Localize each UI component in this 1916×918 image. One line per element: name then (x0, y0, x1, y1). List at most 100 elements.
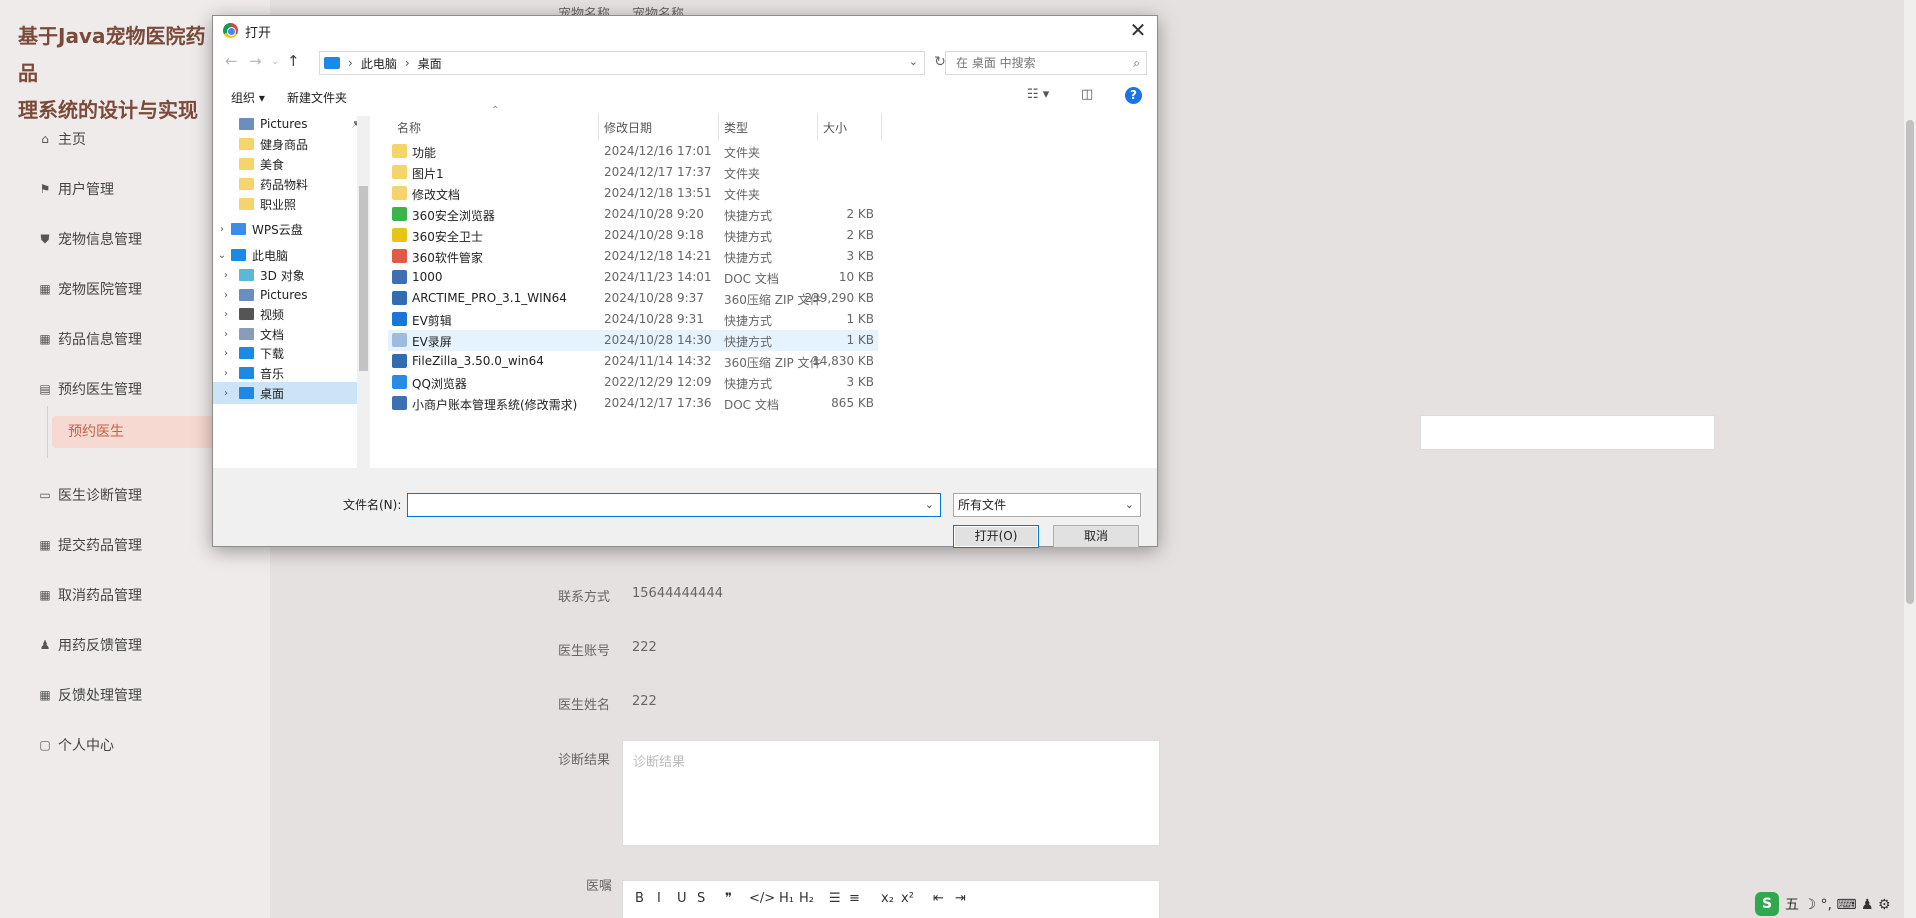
sidebar-item[interactable]: ▤ 预约医生管理 (38, 378, 142, 400)
editor-button[interactable]: H₁ (779, 891, 794, 906)
nav-item[interactable]: › 3D 对象 (213, 264, 363, 286)
up-arrow-icon[interactable]: ↑ (287, 52, 300, 70)
sidebar-item[interactable]: ⌂ 主页 (38, 128, 86, 150)
address-bar[interactable]: › 此电脑 › 桌面 ⌄ (319, 51, 925, 75)
expand-chevron-icon[interactable]: › (221, 329, 231, 340)
nav-scrollbar[interactable] (357, 116, 370, 468)
nav-item[interactable]: 药品物料 (213, 173, 363, 195)
sidebar-item[interactable]: ▦ 药品信息管理 (38, 328, 142, 350)
organize-button[interactable]: 组织 ▾ (231, 89, 265, 106)
file-row[interactable]: QQ浏览器 2022/12/29 12:09 快捷方式 3 KB (388, 372, 878, 393)
nav-item[interactable]: › 桌面 (213, 382, 363, 404)
editor-button[interactable]: ☰ (829, 891, 841, 906)
nav-item[interactable]: › 音乐 (213, 362, 363, 384)
back-arrow-icon[interactable]: ← (225, 52, 238, 70)
sidebar-item[interactable]: ▦ 取消药品管理 (38, 584, 142, 606)
column-date[interactable]: 修改日期 (604, 119, 652, 136)
nav-item[interactable]: ⌄ 此电脑 (213, 244, 363, 266)
editor-button[interactable]: ❞ (725, 891, 732, 906)
file-row[interactable]: FileZilla_3.50.0_win64 2024/11/14 14:32 36… (388, 351, 878, 372)
open-button[interactable]: 打开(O) (953, 525, 1039, 548)
sidebar-item[interactable]: ▭ 医生诊断管理 (38, 484, 142, 506)
file-row[interactable]: 图片1 2024/12/17 17:37 文件夹 (388, 162, 878, 183)
column-divider (718, 113, 719, 141)
expand-chevron-icon[interactable]: › (221, 290, 231, 301)
this-pc-icon (324, 57, 340, 69)
column-type[interactable]: 类型 (724, 119, 748, 136)
file-size: 1 KB (846, 312, 874, 326)
forward-arrow-icon[interactable]: → (249, 52, 262, 70)
sidebar-item[interactable]: ▦ 宠物医院管理 (38, 278, 142, 300)
nav-item[interactable]: › 下载 (213, 342, 363, 364)
file-row[interactable]: 1000 2024/11/23 14:01 DOC 文档 10 KB (388, 267, 878, 288)
editor-button[interactable]: B (635, 891, 644, 906)
sidebar-item[interactable]: ⚑ 用户管理 (38, 178, 114, 200)
file-row[interactable]: EV剪辑 2024/10/28 9:31 快捷方式 1 KB (388, 309, 878, 330)
search-input[interactable]: 在 桌面 中搜索 ⌕ (945, 51, 1147, 75)
sidebar-item[interactable]: ⛊ 宠物信息管理 (38, 228, 142, 250)
file-size: 239,290 KB (804, 291, 874, 305)
editor-button[interactable]: ⇤ (933, 891, 944, 906)
editor-button[interactable]: S (697, 891, 705, 906)
nav-scroll-thumb[interactable] (359, 186, 368, 371)
editor-button[interactable]: ≡ (849, 891, 860, 906)
editor-button[interactable]: x² (901, 891, 914, 906)
file-row[interactable]: 修改文档 2024/12/18 13:51 文件夹 (388, 183, 878, 204)
editor-button[interactable]: I (657, 891, 661, 906)
expand-chevron-icon[interactable]: › (221, 368, 231, 379)
sidebar-item[interactable]: ▦ 提交药品管理 (38, 534, 142, 556)
nav-item[interactable]: › 视频 (213, 303, 363, 325)
breadcrumb-desktop[interactable]: 桌面 (418, 55, 442, 72)
file-row[interactable]: 360安全浏览器 2024/10/28 9:20 快捷方式 2 KB (388, 204, 878, 225)
sidebar-item[interactable]: ♟ 用药反馈管理 (38, 634, 142, 656)
nav-item-label: 此电脑 (252, 248, 289, 263)
help-icon[interactable]: ? (1125, 87, 1142, 104)
filename-dropdown-icon[interactable]: ⌄ (925, 498, 934, 511)
filename-input[interactable]: ⌄ (407, 493, 941, 517)
file-row[interactable]: 小商户账本管理系统(修改需求) 2024/12/17 17:36 DOC 文档 865… (388, 393, 878, 414)
sidebar-item[interactable]: ▢ 个人中心 (38, 734, 114, 756)
nav-item[interactable]: 健身商品 (213, 133, 363, 155)
expand-chevron-icon[interactable]: › (221, 348, 231, 359)
cancel-button[interactable]: 取消 (1053, 525, 1139, 548)
page-scrollbar[interactable] (1904, 0, 1916, 918)
file-row[interactable]: 360软件管家 2024/12/18 14:21 快捷方式 3 KB (388, 246, 878, 267)
nav-item-label: WPS云盘 (252, 222, 303, 237)
form-input-field[interactable] (1420, 415, 1715, 450)
diagnosis-textarea[interactable]: 诊断结果 (622, 740, 1160, 846)
editor-button[interactable]: H₂ (799, 891, 814, 906)
expand-chevron-icon[interactable]: › (221, 270, 231, 281)
expand-chevron-icon[interactable]: › (221, 388, 231, 399)
editor-button[interactable]: ⇥ (955, 891, 966, 906)
close-icon[interactable]: ✕ (1127, 18, 1149, 42)
sogou-logo-icon[interactable]: S (1755, 892, 1779, 916)
editor-button[interactable]: U (677, 891, 687, 906)
file-row[interactable]: 功能 2024/12/16 17:01 文件夹 (388, 141, 878, 162)
column-size[interactable]: 大小 (823, 119, 847, 136)
editor-button[interactable]: x₂ (881, 891, 894, 906)
view-options-icon[interactable]: ☷ ▾ (1027, 87, 1049, 102)
file-row[interactable]: 360安全卫士 2024/10/28 9:18 快捷方式 2 KB (388, 225, 878, 246)
page-scroll-thumb[interactable] (1906, 120, 1914, 604)
address-dropdown-icon[interactable]: ⌄ (909, 55, 918, 68)
nav-item[interactable]: Pictures📌 (213, 113, 363, 135)
expand-chevron-icon[interactable]: › (217, 224, 227, 235)
ime-toolbar[interactable]: S 五 ☽ °, ⌨ ♟ ⚙ (1755, 890, 1916, 918)
ime-status[interactable]: 五 ☽ °, ⌨ ♟ ⚙ (1785, 894, 1891, 914)
editor-button[interactable]: </> (749, 891, 775, 906)
file-row[interactable]: ARCTIME_PRO_3.1_WIN64 2024/10/28 9:37 360压… (388, 288, 878, 309)
nav-item[interactable]: › WPS云盘 (213, 218, 363, 240)
expand-chevron-icon[interactable]: ⌄ (217, 250, 227, 261)
column-name[interactable]: 名称 (397, 119, 421, 136)
new-folder-button[interactable]: 新建文件夹 (287, 89, 347, 106)
file-row[interactable]: EV录屏 2024/10/28 14:30 快捷方式 1 KB (388, 330, 878, 351)
filetype-select[interactable]: 所有文件 ⌄ (953, 493, 1141, 517)
expand-chevron-icon[interactable]: › (221, 309, 231, 320)
recent-chevron-icon[interactable]: ⌄ (271, 56, 279, 67)
nav-item[interactable]: 美食 (213, 153, 363, 175)
preview-pane-icon[interactable]: ◫ (1081, 87, 1093, 102)
rich-text-editor[interactable]: B I U S ❞ </> H₁ H₂ ☰ ≡ x₂ x² ⇤ ⇥ (622, 880, 1160, 918)
breadcrumb-this-pc[interactable]: 此电脑 (361, 55, 397, 72)
nav-item[interactable]: 职业照 (213, 193, 363, 215)
sidebar-item[interactable]: ▦ 反馈处理管理 (38, 684, 142, 706)
